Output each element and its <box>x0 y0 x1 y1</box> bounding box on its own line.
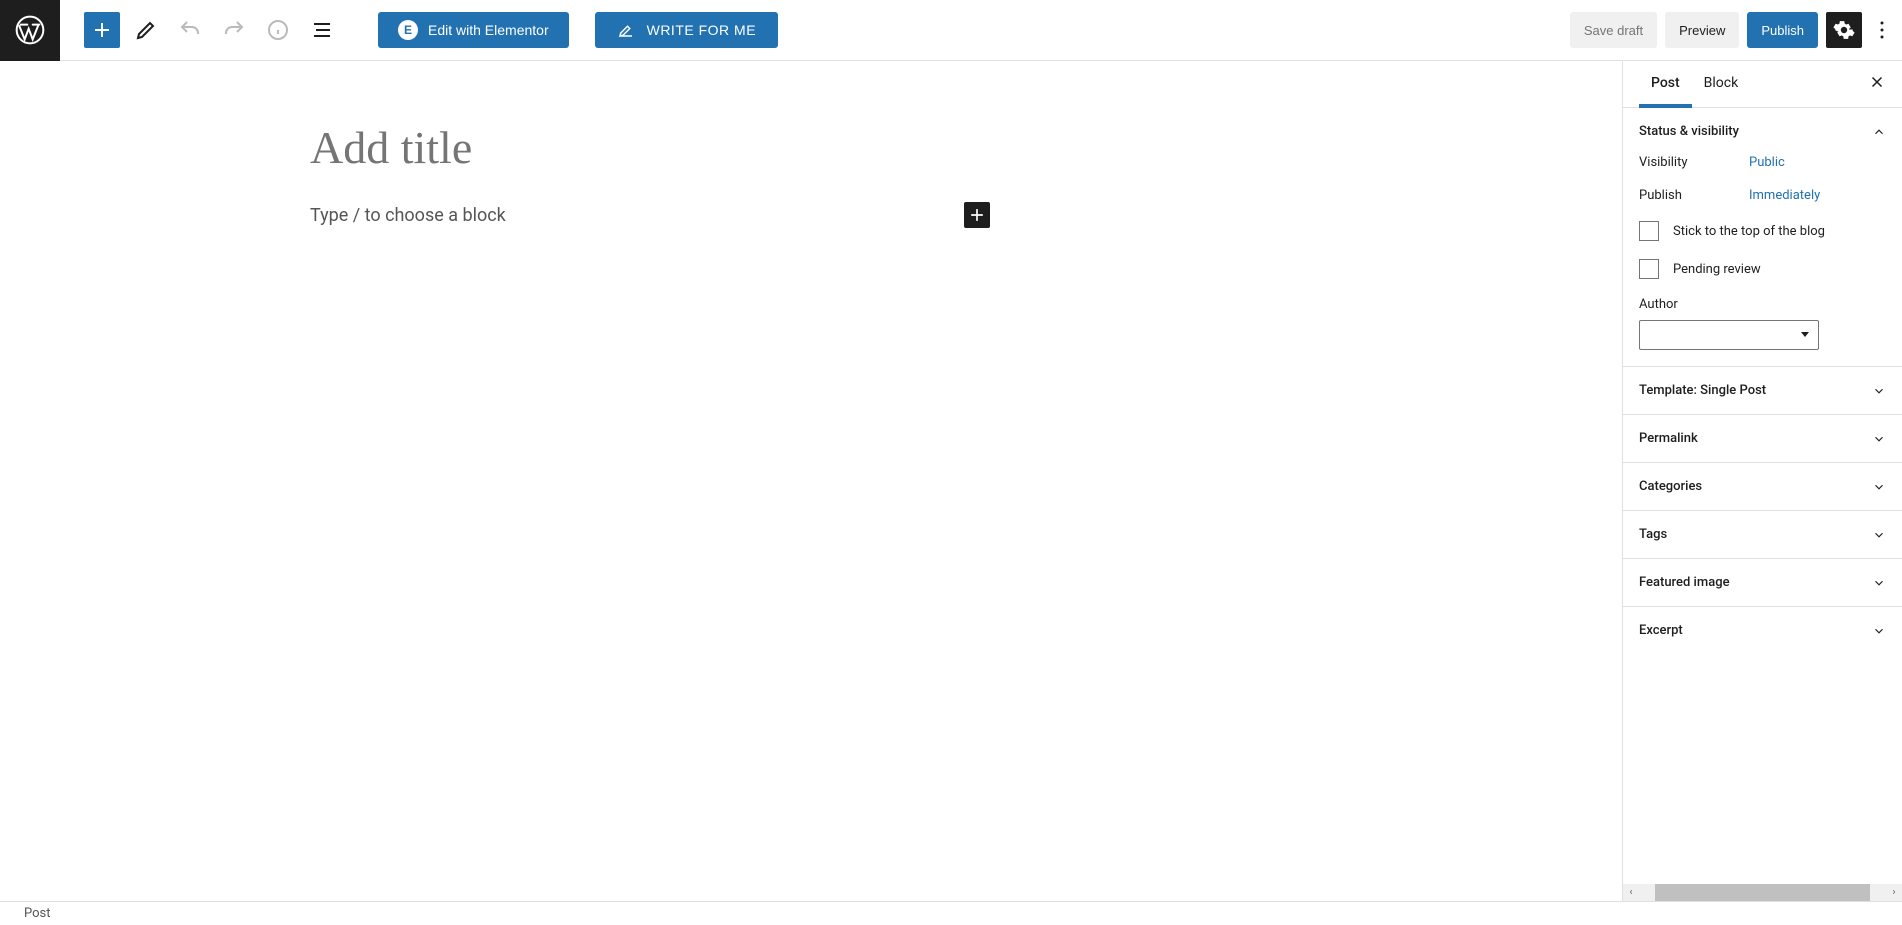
tab-post[interactable]: Post <box>1639 61 1692 108</box>
block-placeholder-text: Type / to choose a block <box>310 205 506 226</box>
post-title-input[interactable] <box>310 121 990 174</box>
scroll-thumb[interactable] <box>1655 884 1870 901</box>
panel-header-permalink[interactable]: Permalink <box>1623 415 1902 462</box>
panel-title: Permalink <box>1639 431 1698 446</box>
details-button[interactable] <box>260 12 296 48</box>
panel-title: Excerpt <box>1639 623 1683 638</box>
redo-icon <box>222 18 246 42</box>
chevron-down-icon <box>1872 576 1886 590</box>
publish-button[interactable]: Publish <box>1747 12 1818 48</box>
visibility-label: Visibility <box>1639 155 1749 170</box>
pencil-icon <box>134 18 158 42</box>
undo-button[interactable] <box>172 12 208 48</box>
plus-icon <box>90 18 114 42</box>
panel-body-status: Visibility Public Publish Immediately St… <box>1623 155 1902 366</box>
publish-row: Publish Immediately <box>1639 188 1886 203</box>
info-icon <box>266 18 290 42</box>
inline-add-block-button[interactable] <box>964 202 990 228</box>
visibility-value-link[interactable]: Public <box>1749 155 1785 170</box>
panel-header-categories[interactable]: Categories <box>1623 463 1902 510</box>
pending-review-row: Pending review <box>1639 259 1886 279</box>
elementor-label: Edit with Elementor <box>428 22 549 38</box>
panel-title: Tags <box>1639 527 1667 542</box>
author-field: Author <box>1639 297 1886 350</box>
chevron-down-icon <box>1872 528 1886 542</box>
write-for-me-button[interactable]: WRITE FOR ME <box>595 12 778 48</box>
panel-header-tags[interactable]: Tags <box>1623 511 1902 558</box>
author-label: Author <box>1639 297 1886 312</box>
panel-title: Featured image <box>1639 575 1730 590</box>
outline-button[interactable] <box>304 12 340 48</box>
scroll-left-arrow[interactable]: ‹ <box>1623 884 1639 901</box>
plus-icon <box>967 205 987 225</box>
panel-title: Categories <box>1639 479 1702 494</box>
dots-vertical-icon <box>1870 18 1894 42</box>
stick-checkbox[interactable] <box>1639 221 1659 241</box>
gear-icon <box>1833 19 1855 41</box>
pending-label: Pending review <box>1673 262 1761 277</box>
save-draft-button[interactable]: Save draft <box>1570 12 1657 48</box>
wordpress-icon <box>14 14 46 46</box>
settings-button[interactable] <box>1826 12 1862 48</box>
panel-header-excerpt[interactable]: Excerpt <box>1623 607 1902 654</box>
chevron-down-icon <box>1872 480 1886 494</box>
editor-canvas: Type / to choose a block <box>0 61 1622 901</box>
visibility-row: Visibility Public <box>1639 155 1886 170</box>
settings-sidebar: Post Block Status & visibility Visibilit… <box>1622 61 1902 901</box>
close-icon <box>1868 73 1886 91</box>
publish-label: Publish <box>1639 188 1749 203</box>
list-icon <box>310 18 334 42</box>
main-area: Type / to choose a block Post Block <box>0 61 1902 901</box>
author-select[interactable] <box>1639 320 1819 350</box>
default-block[interactable]: Type / to choose a block <box>310 202 990 228</box>
chevron-down-icon <box>1872 624 1886 638</box>
panel-title: Template: Single Post <box>1639 383 1766 398</box>
more-options-button[interactable] <box>1870 12 1894 48</box>
panel-title: Status & visibility <box>1639 124 1739 139</box>
stick-label: Stick to the top of the blog <box>1673 224 1825 239</box>
chevron-down-icon <box>1872 384 1886 398</box>
panel-categories: Categories <box>1623 463 1902 511</box>
pen-line-icon <box>617 21 635 39</box>
scroll-right-arrow[interactable]: › <box>1886 884 1902 901</box>
publish-value-link[interactable]: Immediately <box>1749 188 1820 203</box>
sidebar-tabs: Post Block <box>1623 61 1902 108</box>
top-toolbar: E Edit with Elementor WRITE FOR ME Save … <box>0 0 1902 61</box>
tools-button[interactable] <box>128 12 164 48</box>
elementor-icon: E <box>398 20 418 40</box>
chevron-up-icon <box>1872 125 1886 139</box>
sidebar-horizontal-scrollbar[interactable]: ‹ › <box>1623 884 1902 901</box>
redo-button[interactable] <box>216 12 252 48</box>
stick-to-top-row: Stick to the top of the blog <box>1639 221 1886 241</box>
panel-template: Template: Single Post <box>1623 367 1902 415</box>
add-block-button[interactable] <box>84 12 120 48</box>
status-bar: Post <box>0 901 1902 925</box>
wordpress-logo[interactable] <box>0 0 60 61</box>
write-for-me-label: WRITE FOR ME <box>647 22 756 38</box>
panel-header-status[interactable]: Status & visibility <box>1623 108 1902 155</box>
toolbar-left: E Edit with Elementor WRITE FOR ME <box>60 12 778 48</box>
panel-header-template[interactable]: Template: Single Post <box>1623 367 1902 414</box>
panel-status-visibility: Status & visibility Visibility Public Pu… <box>1623 108 1902 367</box>
panel-header-featured-image[interactable]: Featured image <box>1623 559 1902 606</box>
pending-checkbox[interactable] <box>1639 259 1659 279</box>
toolbar-right: Save draft Preview Publish <box>1570 12 1902 48</box>
chevron-down-icon <box>1872 432 1886 446</box>
panel-excerpt: Excerpt <box>1623 607 1902 654</box>
panel-tags: Tags <box>1623 511 1902 559</box>
undo-icon <box>178 18 202 42</box>
tab-block[interactable]: Block <box>1692 61 1751 108</box>
edit-with-elementor-button[interactable]: E Edit with Elementor <box>378 12 569 48</box>
close-sidebar-button[interactable] <box>1868 73 1886 95</box>
preview-button[interactable]: Preview <box>1665 12 1739 48</box>
panel-permalink: Permalink <box>1623 415 1902 463</box>
panel-featured-image: Featured image <box>1623 559 1902 607</box>
breadcrumb[interactable]: Post <box>24 906 51 921</box>
